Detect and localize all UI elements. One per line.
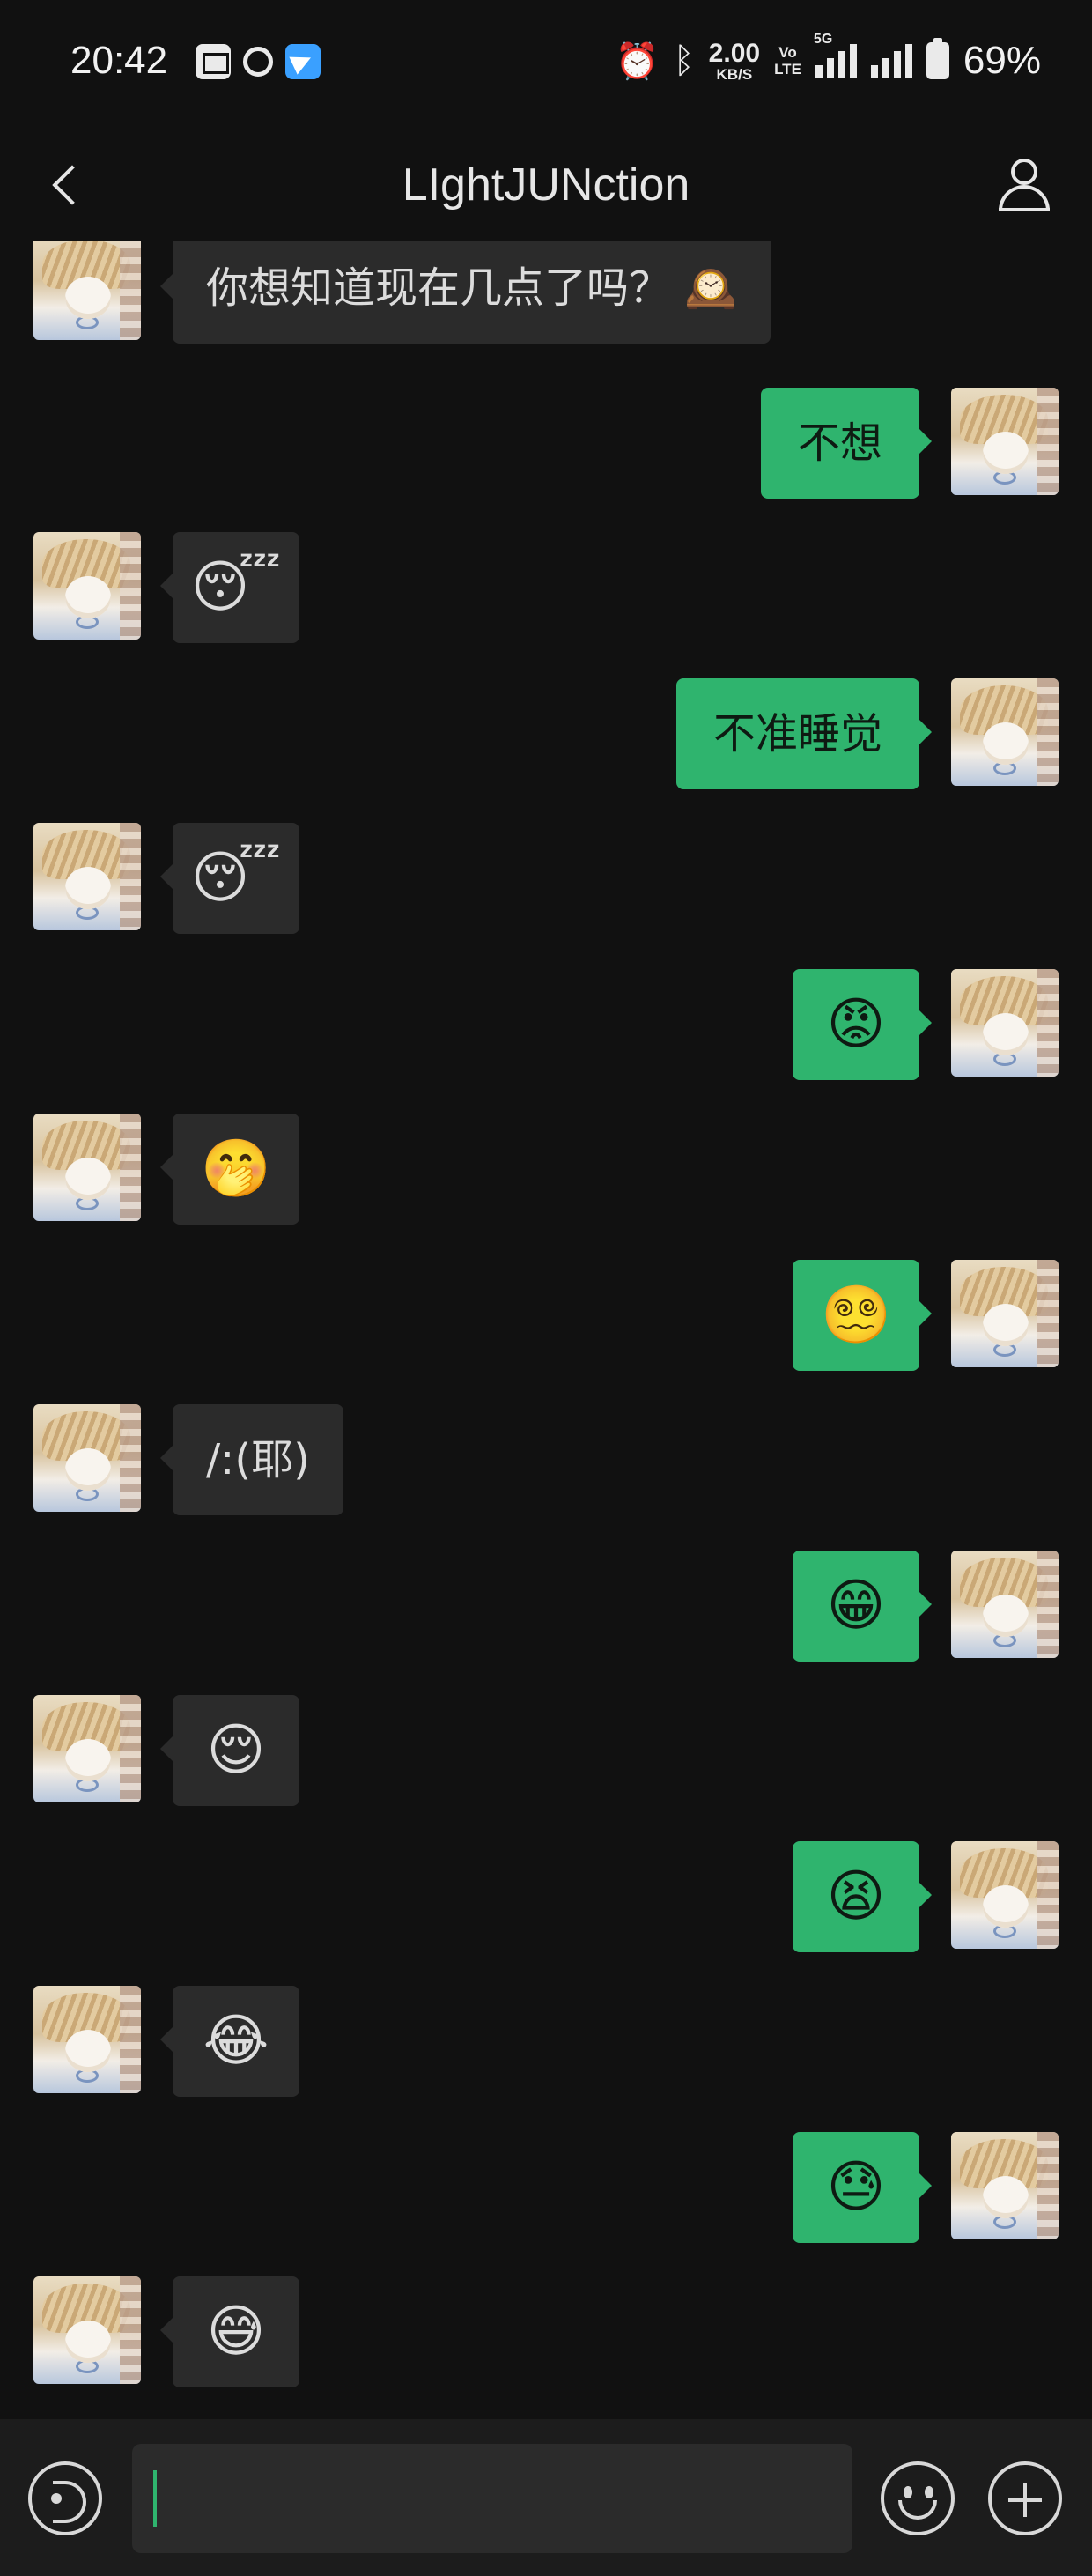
avatar[interactable] <box>951 969 1059 1077</box>
notification-icons <box>196 44 321 79</box>
avatar[interactable] <box>33 823 141 930</box>
avatar[interactable] <box>951 1841 1059 1949</box>
avatar[interactable] <box>951 1551 1059 1658</box>
system-icons: ⏰ ᛒ 2.00 KB/S Vo LTE 5G 69% <box>615 32 1041 83</box>
avatar[interactable] <box>33 1114 141 1221</box>
chat-header: LIghtJUNction <box>0 132 1092 241</box>
network-speed: 2.00 KB/S <box>708 38 761 83</box>
avatar[interactable] <box>33 1695 141 1802</box>
emoji-icon[interactable] <box>881 2461 955 2535</box>
status-bar: 20:42 ⏰ ᛒ 2.00 KB/S Vo LTE 5G 69% <box>0 0 1092 132</box>
bluetooth-icon: ᛒ <box>673 41 695 81</box>
message-row: 😅 <box>0 2276 1092 2387</box>
message-row: 🤭 <box>0 1114 1092 1225</box>
message-bubble[interactable]: 😴 <box>160 532 299 643</box>
signal-label: 5G <box>813 32 833 47</box>
avatar[interactable] <box>33 1404 141 1512</box>
message-bubble[interactable]: 😌 <box>160 1695 299 1806</box>
volte-line1: Vo <box>778 44 797 61</box>
signal-icon-2 <box>870 44 912 78</box>
sync-icon <box>243 47 273 77</box>
signal-icon: 5G <box>814 32 857 78</box>
message-row: 😓 <box>0 2132 1092 2243</box>
message-list[interactable]: 你想知道现在几点了吗？ 🕰️ 不想 😴 不准睡觉 😴 😡 🤭 😵‍💫 /:(耶)… <box>0 241 1092 2419</box>
message-row: 😵‍💫 <box>0 1260 1092 1371</box>
network-speed-value: 2.00 <box>708 38 761 68</box>
input-bar <box>0 2419 1092 2576</box>
message-bubble[interactable]: /:(耶) <box>160 1404 343 1515</box>
message-row: 不想 <box>0 388 1092 499</box>
message-bubble[interactable]: 😅 <box>160 2276 299 2387</box>
message-row: 不准睡觉 <box>0 678 1092 789</box>
message-row: 😂 <box>0 1986 1092 2097</box>
chat-title: LIghtJUNction <box>402 159 690 211</box>
message-bubble[interactable]: 😁 <box>793 1551 932 1662</box>
avatar[interactable] <box>951 388 1059 495</box>
avatar[interactable] <box>951 678 1059 786</box>
text-caret <box>153 2470 157 2527</box>
message-bubble[interactable]: 😵‍💫 <box>793 1260 932 1371</box>
message-row: 你想知道现在几点了吗？ 🕰️ <box>0 241 1092 344</box>
message-bubble[interactable]: 😓 <box>793 2132 932 2243</box>
message-row: 😴 <box>0 823 1092 934</box>
avatar[interactable] <box>33 1986 141 2093</box>
message-row: 😡 <box>0 969 1092 1080</box>
battery-percent: 69% <box>963 39 1041 82</box>
alarm-icon: ⏰ <box>615 41 660 82</box>
plus-icon[interactable] <box>988 2461 1062 2535</box>
message-bubble[interactable]: 😂 <box>160 1986 299 2097</box>
battery-icon <box>926 38 949 79</box>
message-row: 😁 <box>0 1551 1092 1662</box>
message-bubble[interactable]: 😴 <box>160 823 299 934</box>
volte-indicator: Vo LTE <box>774 44 801 78</box>
message-bubble[interactable]: 😫 <box>793 1841 932 1952</box>
message-row: 😴 <box>0 532 1092 643</box>
message-bubble[interactable]: 不想 <box>760 388 933 499</box>
avatar[interactable] <box>951 1260 1059 1367</box>
message-input[interactable] <box>132 2444 852 2553</box>
volte-line2: LTE <box>774 61 801 78</box>
avatar[interactable] <box>33 2276 141 2384</box>
status-time: 20:42 <box>70 39 168 82</box>
message-row: 😫 <box>0 1841 1092 1952</box>
mail-icon <box>196 44 231 79</box>
message-bubble[interactable]: 🤭 <box>160 1114 299 1225</box>
message-row: /:(耶) <box>0 1404 1092 1515</box>
voice-icon[interactable] <box>28 2461 102 2535</box>
telegram-icon <box>285 44 321 79</box>
message-bubble[interactable]: 你想知道现在几点了吗？ 🕰️ <box>159 241 771 344</box>
avatar[interactable] <box>33 532 141 640</box>
network-speed-unit: KB/S <box>716 65 753 83</box>
message-bubble[interactable]: 😡 <box>793 969 932 1080</box>
person-icon[interactable] <box>993 155 1057 218</box>
avatar[interactable] <box>951 2132 1059 2239</box>
avatar[interactable] <box>33 241 141 340</box>
message-row: 😌 <box>0 1695 1092 1806</box>
message-bubble[interactable]: 不准睡觉 <box>675 678 933 789</box>
